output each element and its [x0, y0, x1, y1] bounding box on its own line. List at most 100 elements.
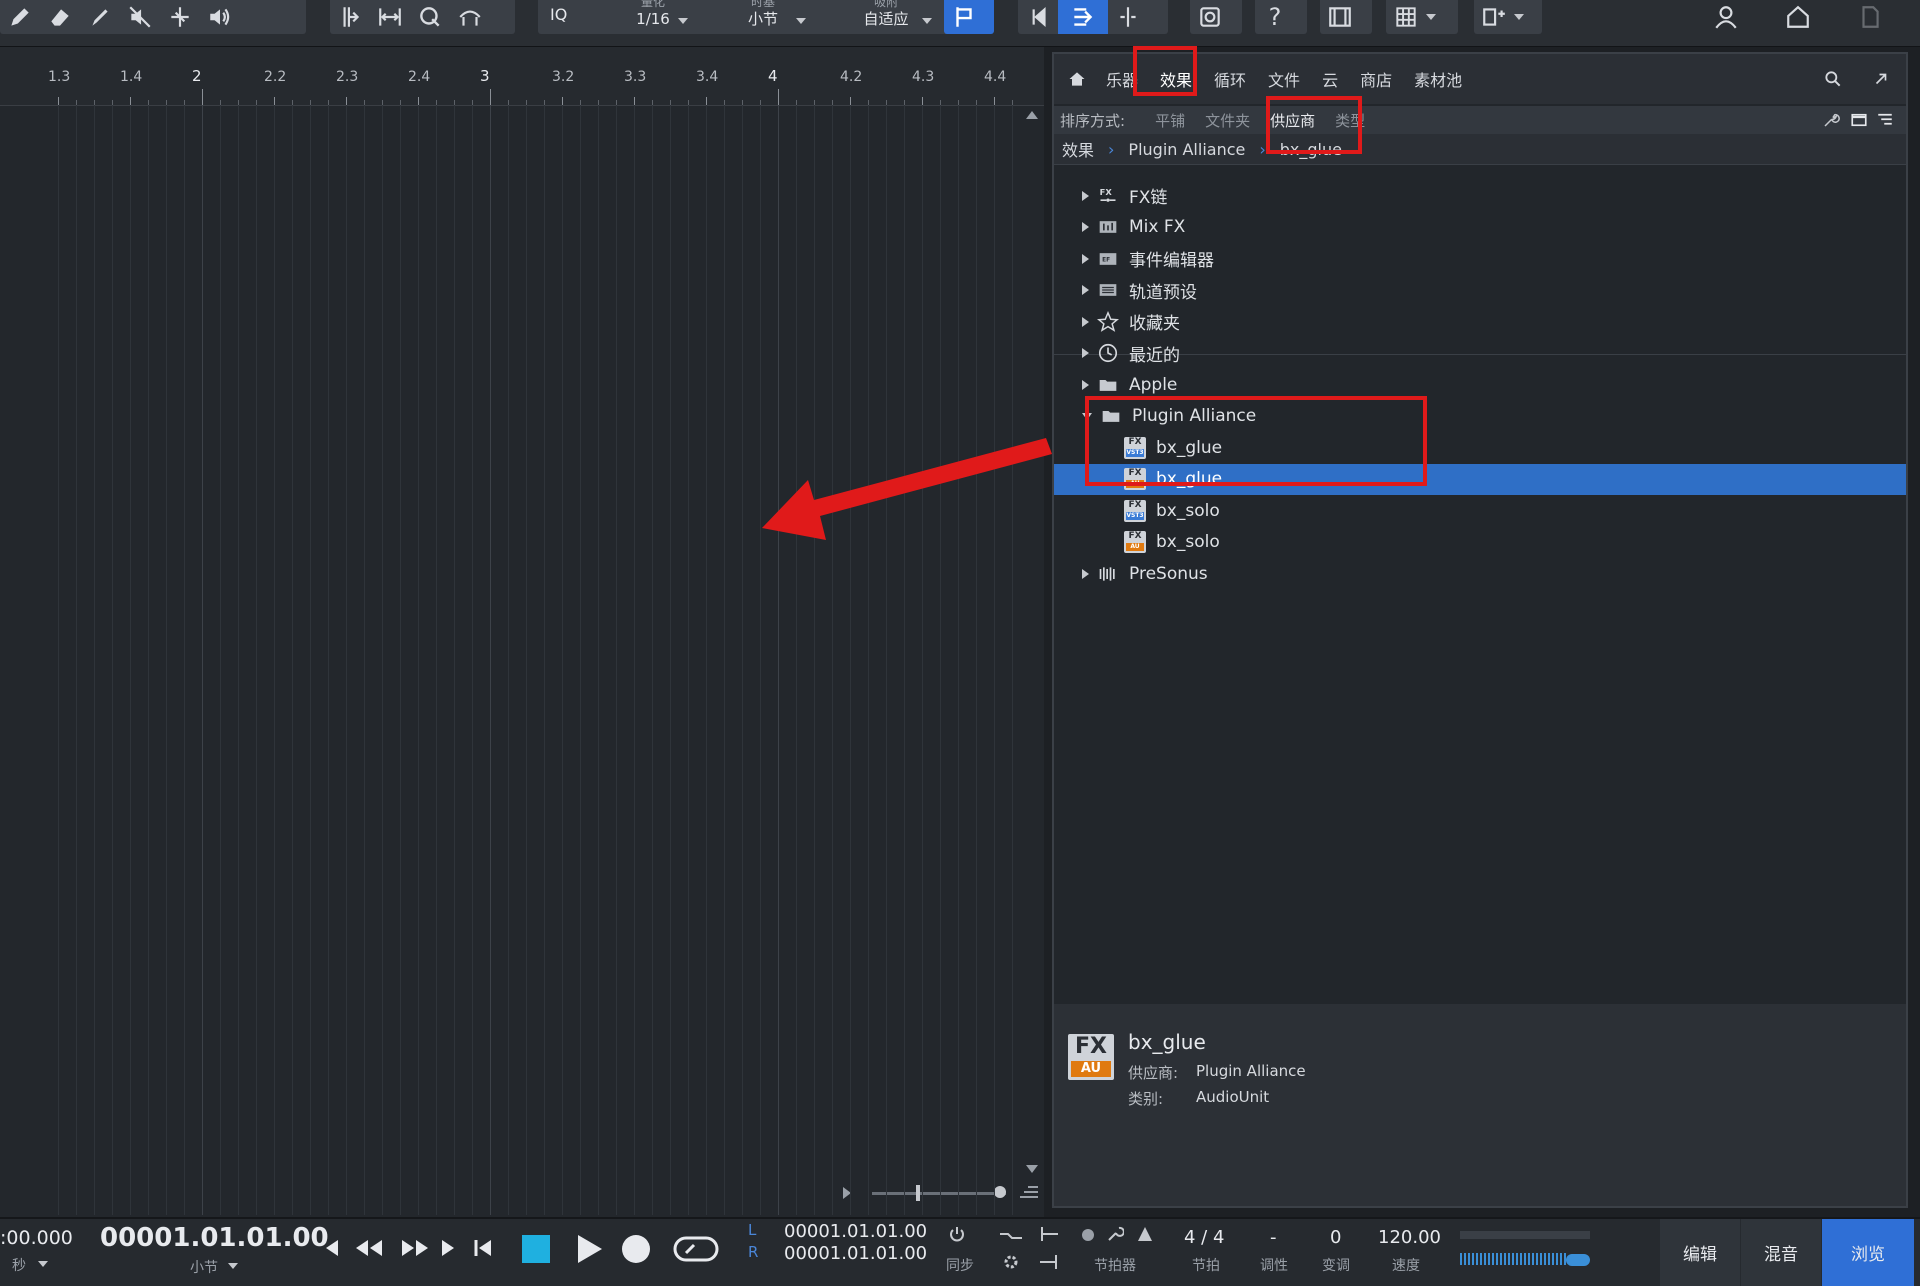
tree-folder-item[interactable]: Mix FX [1054, 212, 1906, 243]
tempo-value[interactable]: 120.00 [1378, 1227, 1441, 1248]
eraser-icon[interactable] [40, 0, 80, 34]
play-button[interactable] [574, 1233, 604, 1269]
nav-mix-button[interactable]: 混音 [1741, 1219, 1821, 1286]
quantize-q-icon[interactable] [410, 0, 450, 34]
position-display[interactable]: 00001.01.01.00 [100, 1223, 329, 1253]
breadcrumb-effects[interactable]: 效果 [1062, 137, 1094, 161]
video-icon[interactable] [1320, 0, 1360, 34]
expand-triangle-right-icon[interactable] [1082, 316, 1089, 327]
punch-icon[interactable] [1038, 1253, 1060, 1275]
wrench-icon[interactable] [1820, 110, 1842, 130]
document-icon[interactable] [1850, 0, 1890, 34]
plugin-list-item[interactable]: FX VST3 bx_solo [1054, 495, 1906, 526]
key-value[interactable]: - [1270, 1227, 1277, 1248]
tab-shop[interactable]: 商店 [1360, 67, 1392, 91]
metronome-dot-icon[interactable] [1082, 1229, 1094, 1241]
transpose-value[interactable]: 0 [1330, 1227, 1341, 1248]
user-icon[interactable] [1706, 0, 1746, 34]
chevron-down-icon[interactable] [678, 18, 688, 24]
arrange-view[interactable]: 1.3 1.4 2 2.2 2.3 2.4 3 3.2 3.3 3.4 4 4.2 4.3 4.4 [0, 47, 1044, 1217]
tree-folder-item[interactable]: 轨道预设 [1054, 275, 1906, 306]
metronome-icon[interactable] [1136, 1225, 1154, 1247]
loop-icon[interactable] [672, 1233, 720, 1269]
autopunch-icon[interactable] [1038, 1225, 1060, 1247]
snapshot-icon[interactable] [1190, 0, 1230, 34]
home-icon[interactable] [1778, 0, 1818, 34]
expand-triangle-right-icon[interactable] [1082, 222, 1089, 232]
loop-left-value[interactable]: 00001.01.01.00 [784, 1221, 927, 1242]
tab-loops[interactable]: 循环 [1214, 67, 1246, 91]
forward-small-icon[interactable] [438, 1237, 458, 1263]
expand-triangle-right-icon[interactable] [1082, 568, 1089, 579]
tab-cloud[interactable]: 云 [1322, 67, 1338, 91]
stop-button[interactable] [522, 1235, 550, 1263]
rewind-small-icon[interactable] [322, 1237, 342, 1263]
expand-triangle-right-icon[interactable] [1082, 348, 1089, 358]
split-view-icon[interactable] [1108, 0, 1148, 34]
zoom-slider[interactable] [872, 1192, 1006, 1195]
nav-browse-button[interactable]: 浏览 [1822, 1219, 1914, 1286]
search-icon[interactable] [1822, 69, 1844, 89]
split-tool-icon[interactable] [160, 0, 200, 34]
timebase-selector[interactable]: 时基 小节 [718, 0, 808, 28]
chevron-down-icon[interactable] [38, 1261, 48, 1267]
tree-folder-item[interactable]: 收藏夹 [1054, 306, 1906, 337]
mute-tool-icon[interactable] [120, 0, 160, 34]
expand-icon[interactable] [1870, 69, 1892, 89]
chevron-down-icon[interactable] [228, 1263, 238, 1269]
sort-option-flat[interactable]: 平铺 [1155, 110, 1185, 131]
tree-folder-item[interactable]: PreSonus [1054, 558, 1906, 589]
prev-marker-icon[interactable] [1018, 0, 1058, 34]
list-view-icon[interactable] [1874, 110, 1896, 130]
chevron-down-icon[interactable] [796, 18, 806, 24]
chevron-down-icon[interactable] [1514, 14, 1524, 20]
chevron-down-icon[interactable] [1426, 14, 1436, 20]
pencil-icon[interactable] [0, 0, 40, 34]
paint-tool-icon[interactable] [80, 0, 120, 34]
expand-triangle-right-icon[interactable] [1082, 253, 1089, 264]
expand-triangle-right-icon[interactable] [1082, 379, 1089, 390]
rewind-icon[interactable] [354, 1237, 384, 1263]
scroll-down-icon[interactable] [1026, 1165, 1038, 1173]
tree-folder-item[interactable]: EF 事件编辑器 [1054, 243, 1906, 274]
wrench-icon[interactable] [1106, 1225, 1125, 1247]
chevron-down-icon[interactable] [922, 18, 932, 24]
tree-folder-item[interactable]: 最近的 [1054, 338, 1906, 369]
breadcrumb-plugin-alliance[interactable]: Plugin Alliance [1128, 140, 1245, 159]
iq-label[interactable]: IQ [550, 6, 567, 23]
gear-icon[interactable] [1002, 1253, 1020, 1275]
power-icon[interactable] [948, 1225, 966, 1247]
timeline-ruler[interactable]: 1.3 1.4 2 2.2 2.3 2.4 3 3.2 3.3 3.4 4 4.2 4.3 4.4 [0, 47, 1044, 106]
stretch-icon[interactable] [370, 0, 410, 34]
groove-icon[interactable] [450, 0, 490, 34]
return-to-start-icon[interactable] [472, 1237, 494, 1263]
sort-option-folder[interactable]: 文件夹 [1205, 110, 1250, 131]
tab-pool[interactable]: 素材池 [1414, 67, 1462, 91]
tree-folder-item[interactable]: FX FX链 [1054, 180, 1906, 211]
snap-selector[interactable]: 吸附 自适应 [836, 0, 936, 28]
window-icon[interactable] [1848, 110, 1870, 130]
grid-icon[interactable] [1386, 0, 1426, 34]
layout-icon[interactable] [1474, 0, 1514, 34]
record-button[interactable] [622, 1235, 650, 1263]
snap-marker-icon[interactable] [330, 0, 370, 34]
listen-tool-icon[interactable] [200, 0, 240, 34]
plugin-list-item[interactable]: FX AU bx_solo [1054, 527, 1906, 558]
tab-files[interactable]: 文件 [1268, 67, 1300, 91]
zoom-slider-handle[interactable] [916, 1185, 920, 1201]
home-icon[interactable] [1066, 69, 1088, 89]
toggle-switch[interactable] [1566, 1254, 1590, 1266]
zoom-menu-icon[interactable] [1020, 1183, 1038, 1201]
nav-edit-button[interactable]: 编辑 [1660, 1219, 1740, 1286]
follow-playhead-button[interactable] [1058, 0, 1108, 34]
zoom-slider-knob[interactable] [994, 1186, 1006, 1198]
loop-right-value[interactable]: 00001.01.01.00 [784, 1243, 927, 1264]
help-icon[interactable]: ? [1255, 0, 1295, 34]
snap-toggle-button[interactable] [944, 0, 994, 34]
time-seconds[interactable]: :00.000 [0, 1227, 73, 1249]
time-signature[interactable]: 4 / 4 [1184, 1227, 1224, 1248]
scroll-up-icon[interactable] [1026, 111, 1038, 119]
precount-icon[interactable] [998, 1225, 1024, 1247]
fast-forward-icon[interactable] [400, 1237, 430, 1263]
expand-triangle-right-icon[interactable] [1082, 285, 1089, 295]
